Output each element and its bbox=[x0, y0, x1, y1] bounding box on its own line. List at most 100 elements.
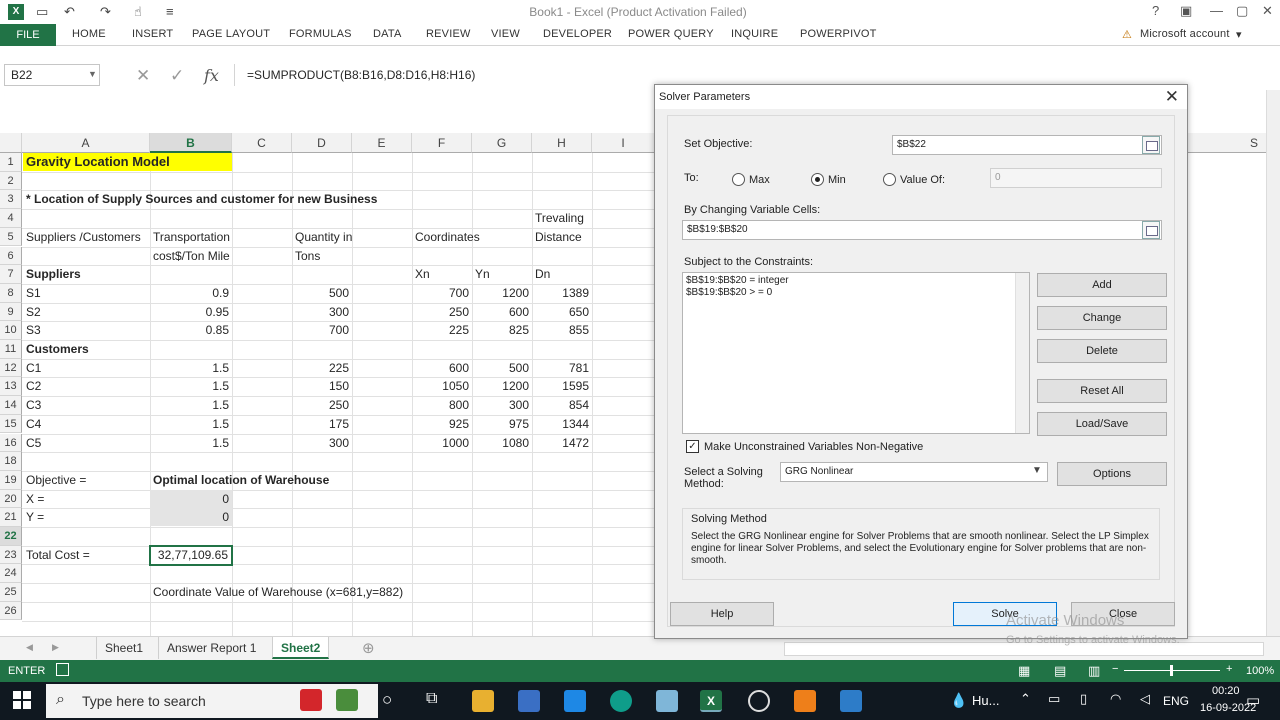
header-transportation[interactable]: Transportation bbox=[150, 228, 233, 246]
cell-name[interactable]: S3 bbox=[23, 321, 44, 339]
row-header[interactable]: 14 bbox=[0, 396, 22, 415]
tab-inquire[interactable]: INQUIRE bbox=[731, 28, 778, 40]
tab-view[interactable]: VIEW bbox=[491, 28, 520, 40]
row-header[interactable]: 2 bbox=[0, 171, 22, 191]
tab-insert[interactable]: INSERT bbox=[132, 28, 173, 40]
objective-label[interactable]: Objective = bbox=[23, 471, 89, 489]
cell-quantity[interactable]: 300 bbox=[292, 434, 352, 452]
options-button[interactable]: Options bbox=[1057, 462, 1167, 486]
cell-xn[interactable]: 225 bbox=[412, 321, 472, 339]
cell-name[interactable]: C5 bbox=[23, 434, 44, 452]
row-header[interactable]: 1 bbox=[0, 153, 22, 172]
volume-icon[interactable]: ◁ bbox=[1140, 691, 1150, 707]
customers-label[interactable]: Customers bbox=[23, 340, 92, 358]
x-label[interactable]: X = bbox=[23, 490, 47, 508]
cell-yn[interactable]: 975 bbox=[472, 415, 532, 433]
confirm-entry-icon[interactable]: ✓ bbox=[170, 66, 184, 86]
row-header[interactable]: 23 bbox=[0, 545, 22, 565]
header-cost-per-ton-mile[interactable]: cost$/Ton Mile bbox=[150, 247, 233, 265]
row-header[interactable]: 8 bbox=[0, 283, 22, 303]
col-header-e[interactable]: E bbox=[352, 133, 412, 153]
cell-name[interactable]: S1 bbox=[23, 284, 44, 302]
row-header[interactable]: 5 bbox=[0, 227, 22, 247]
cortana-icon[interactable]: ○ bbox=[382, 690, 392, 710]
search-highlight-icon[interactable] bbox=[300, 689, 322, 711]
minimize-icon[interactable]: — bbox=[1210, 3, 1223, 18]
cell-yn[interactable]: 600 bbox=[472, 303, 532, 321]
tab-home[interactable]: HOME bbox=[72, 28, 106, 40]
total-cost-cell[interactable]: 32,77,109.65 bbox=[149, 545, 233, 566]
cell-cost[interactable]: 0.95 bbox=[150, 303, 232, 321]
cell-quantity[interactable]: 225 bbox=[292, 359, 352, 377]
cell-cost[interactable]: 0.9 bbox=[150, 284, 232, 302]
cell-dn[interactable]: 855 bbox=[532, 321, 592, 339]
cell-cost[interactable]: 1.5 bbox=[150, 434, 232, 452]
zoom-in-icon[interactable]: + bbox=[1226, 663, 1232, 675]
row-header[interactable]: 22 bbox=[0, 527, 22, 546]
row-header[interactable]: 13 bbox=[0, 377, 22, 397]
col-header-c[interactable]: C bbox=[232, 133, 292, 153]
constraints-list[interactable]: $B$19:$B$20 = integer $B$19:$B$20 > = 0 bbox=[682, 272, 1030, 434]
header-trevaling[interactable]: Trevaling bbox=[532, 209, 587, 227]
normal-view-icon[interactable]: ▦ bbox=[1018, 663, 1030, 679]
total-cost-label[interactable]: Total Cost = bbox=[23, 546, 93, 564]
formula-input[interactable]: =SUMPRODUCT(B8:B16,D8:D16,H8:H16) bbox=[234, 64, 1274, 86]
cell-name[interactable]: S2 bbox=[23, 303, 44, 321]
tab-developer[interactable]: DEVELOPER bbox=[543, 28, 612, 40]
cell-dn[interactable]: 854 bbox=[532, 396, 592, 414]
cell-quantity[interactable]: 700 bbox=[292, 321, 352, 339]
search-highlight-icon[interactable] bbox=[336, 689, 358, 711]
constraint-item[interactable]: $B$19:$B$20 = integer bbox=[683, 275, 1029, 287]
suppliers-label[interactable]: Suppliers bbox=[23, 265, 84, 283]
clock-time[interactable]: 00:20 bbox=[1212, 685, 1240, 697]
collapse-dialog-icon[interactable] bbox=[1142, 136, 1160, 154]
cell-name[interactable]: C3 bbox=[23, 396, 44, 414]
select-all-corner[interactable] bbox=[0, 133, 22, 153]
tab-file[interactable]: FILE bbox=[0, 24, 56, 46]
wifi-icon[interactable]: ◠ bbox=[1110, 691, 1121, 707]
coordinate-note[interactable]: Coordinate Value of Warehouse (x=681,y=8… bbox=[150, 583, 406, 601]
cell-yn[interactable]: 1200 bbox=[472, 284, 532, 302]
mail-icon[interactable] bbox=[564, 690, 586, 712]
tab-page-layout[interactable]: PAGE LAYOUT bbox=[192, 28, 270, 40]
tab-formulas[interactable]: FORMULAS bbox=[289, 28, 352, 40]
next-sheet-icon[interactable]: ▶ bbox=[52, 642, 59, 653]
app-icon[interactable] bbox=[748, 690, 770, 712]
cell-cost[interactable]: 1.5 bbox=[150, 415, 232, 433]
zoom-slider-thumb[interactable] bbox=[1170, 665, 1173, 676]
cell-dn[interactable]: 650 bbox=[532, 303, 592, 321]
cell-dn[interactable]: 1472 bbox=[532, 434, 592, 452]
cell-dn[interactable]: 1344 bbox=[532, 415, 592, 433]
ribbon-display-icon[interactable]: ▣ bbox=[1180, 3, 1192, 19]
row-header[interactable]: 4 bbox=[0, 209, 22, 228]
tab-review[interactable]: REVIEW bbox=[426, 28, 471, 40]
cell-dn[interactable]: 1595 bbox=[532, 377, 592, 395]
y-label[interactable]: Y = bbox=[23, 508, 47, 526]
row-header[interactable]: 25 bbox=[0, 583, 22, 602]
name-box-dropdown-icon[interactable]: ▼ bbox=[88, 69, 97, 79]
name-box[interactable]: B22 bbox=[4, 64, 100, 86]
reset-all-button[interactable]: Reset All bbox=[1037, 379, 1167, 403]
max-radio[interactable] bbox=[732, 173, 745, 186]
page-break-view-icon[interactable]: ▥ bbox=[1088, 663, 1100, 679]
change-button[interactable]: Change bbox=[1037, 306, 1167, 330]
cell-name[interactable]: C1 bbox=[23, 359, 44, 377]
battery-icon[interactable]: ▯ bbox=[1080, 691, 1087, 707]
header-yn[interactable]: Yn bbox=[472, 265, 493, 283]
header-suppliers-customers[interactable]: Suppliers /Customers bbox=[23, 228, 150, 246]
value-of-input[interactable]: 0 bbox=[990, 168, 1162, 188]
min-radio[interactable] bbox=[811, 173, 824, 186]
notifications-icon[interactable]: ▭ bbox=[1246, 691, 1260, 709]
cell-quantity[interactable]: 300 bbox=[292, 303, 352, 321]
vertical-scrollbar[interactable] bbox=[1266, 90, 1280, 636]
excel-taskbar-icon[interactable]: X bbox=[700, 690, 722, 712]
row-header[interactable]: 19 bbox=[0, 470, 22, 490]
sheet-tab-sheet1[interactable]: Sheet1 bbox=[96, 637, 151, 659]
cell-cost[interactable]: 1.5 bbox=[150, 359, 232, 377]
maximize-icon[interactable]: ▢ bbox=[1236, 3, 1248, 19]
add-button[interactable]: Add bbox=[1037, 273, 1167, 297]
row-header[interactable]: 12 bbox=[0, 358, 22, 378]
row-header[interactable]: 16 bbox=[0, 433, 22, 453]
taskbar-search-box[interactable]: ⌕ Type here to search bbox=[46, 684, 378, 718]
col-header-h[interactable]: H bbox=[532, 133, 592, 153]
